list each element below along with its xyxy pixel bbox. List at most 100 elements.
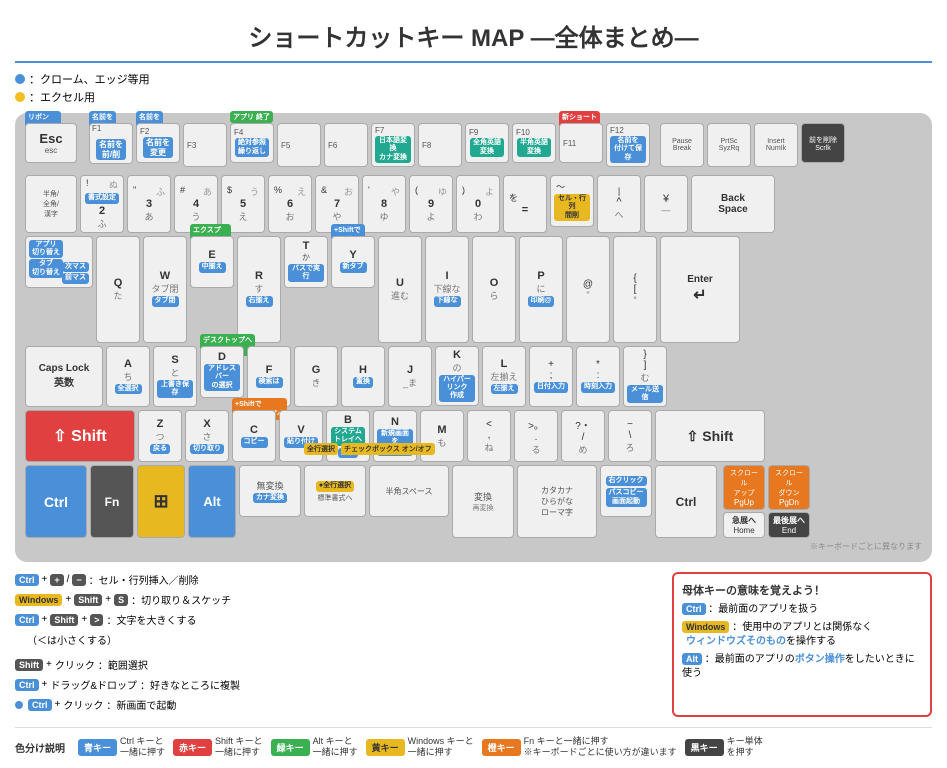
key-x[interactable]: X さ 切り取り — [185, 410, 229, 462]
key-shift-left[interactable]: ⇧ Shift — [25, 410, 135, 462]
key-home[interactable]: 急展へ Home — [723, 512, 765, 538]
key-f7[interactable]: F7 日本語変換カナ変換 — [371, 123, 415, 167]
key-f2[interactable]: F2 名前を変更 — [136, 123, 180, 163]
key-f1[interactable]: F1 名前を前/削 — [89, 123, 133, 164]
key-f6[interactable]: F6 — [324, 123, 368, 167]
key-tab[interactable]: アプリ切り替え タブ切り替え 次マス 前マス — [25, 236, 93, 288]
key-f5[interactable]: F5 — [277, 123, 321, 167]
key-yen[interactable]: ¥ — — [644, 175, 688, 232]
key-f8[interactable]: F8 — [418, 123, 462, 167]
key-insert[interactable]: InsertNumIk — [754, 123, 798, 167]
key-semicolon[interactable]: + ; 日付入力 — [529, 346, 573, 408]
key-e[interactable]: E 中揃え — [190, 236, 234, 288]
key-9[interactable]: )よ 0 わ — [456, 175, 500, 232]
key-g[interactable]: G き — [294, 346, 338, 408]
key-space-center[interactable]: 半角スペース — [369, 465, 449, 517]
f11-wrap: 新ショート追加 F11 — [559, 123, 603, 167]
key-colon[interactable]: * : 時刻入力 — [576, 346, 620, 408]
key-katakana[interactable]: カタカナひらがなローマ字 — [517, 465, 597, 538]
cl-blue: 青キー Ctrl キーと一緒に押す — [78, 736, 165, 758]
shortcut-3: Ctrl + Shift + > ：文字を大きくする — [15, 612, 657, 627]
key-a[interactable]: A ち 全選択 — [106, 346, 150, 408]
key-p[interactable]: P に 印刷@ — [519, 236, 563, 343]
key-alt-left[interactable]: Alt — [188, 465, 236, 538]
shortcut-sub: （＜は小さくする） — [15, 632, 657, 647]
key-f10[interactable]: F10 半角英語変換 — [512, 123, 556, 163]
key-t[interactable]: T か バスで実行 — [284, 236, 328, 288]
nav-row-top: スクロールアップ PgUp — [723, 465, 765, 510]
key-1[interactable]: !ぬ 書式設定 2 ふ — [80, 175, 124, 232]
key-pgdn[interactable]: スクロールダウン PgDn — [768, 465, 810, 510]
key-s[interactable]: S と 上書き保存 — [153, 346, 197, 408]
keyboard-row-qwerty: アプリ切り替え タブ切り替え 次マス 前マス Q た W タブ閉 タブ閉 — [25, 236, 922, 343]
key-caret[interactable]: | ^ へ — [597, 175, 641, 232]
key-hankaku[interactable]: 半角/全角/漢字 — [25, 175, 77, 232]
key-l[interactable]: L 左揃え 左揃え — [482, 346, 526, 408]
key-f9[interactable]: F9 全角英語変換 — [465, 123, 509, 163]
cl-red: 赤キー Shift キーと一緒に押す — [173, 736, 263, 758]
key-f4[interactable]: F4 絶対参照繰り返し — [230, 123, 274, 163]
key-r[interactable]: R す 右揃え — [237, 236, 281, 343]
key-pgup[interactable]: スクロールアップ PgUp — [723, 465, 765, 510]
key-q[interactable]: Q た — [96, 236, 140, 343]
key-8[interactable]: (ゆ 9 よ — [409, 175, 453, 232]
key-enter[interactable]: Enter ↵ — [660, 236, 740, 343]
key-f12[interactable]: F12 名前を付けて保存 — [606, 123, 650, 167]
key-fn[interactable]: Fn — [90, 465, 134, 538]
key-0[interactable]: を = — [503, 175, 547, 232]
shortcut-6: Ctrl + クリック ：新画面で起動 — [15, 697, 657, 712]
key-shift-right[interactable]: ⇧ Shift — [655, 410, 765, 462]
key-end[interactable]: 最後展へ End — [768, 512, 810, 538]
key-at[interactable]: @ " — [566, 236, 610, 343]
keyboard-row-bottom: Ctrl Fn ⊞ Alt 無変換 カナ変換 — [25, 465, 922, 538]
key-f11[interactable]: F11 — [559, 123, 603, 163]
key-bracket-r[interactable]: } ] む メール送信 — [623, 346, 667, 408]
fn-gap1 — [80, 123, 86, 167]
shortcuts-list: Ctrl + + / − ：セル・行列挿入／削除 Windows + Shift… — [15, 572, 657, 717]
key-windows[interactable]: ⊞ — [137, 465, 185, 538]
info-alt: Alt ：最前面のアプリのボタン操作をしたいときに使う — [682, 653, 922, 681]
key-space-left[interactable]: ●全行選択 標準書式へ — [304, 465, 366, 517]
key-capslock[interactable]: Caps Lock英数 — [25, 346, 103, 408]
shortcut-2: Windows + Shift + S ：切り取り＆スケッチ — [15, 592, 657, 607]
key-prtsc[interactable]: PrtScSyzRq — [707, 123, 751, 167]
t-wrap: T か バスで実行 — [284, 236, 328, 343]
key-delete[interactable]: 前を削除Scrlk — [801, 123, 845, 163]
key-esc[interactable]: Esc esc — [25, 123, 77, 163]
key-h[interactable]: H 置換 — [341, 346, 385, 408]
key-z[interactable]: Z つ 戻る — [138, 410, 182, 462]
key-k[interactable]: K の ハイパーリンク作成 — [435, 346, 479, 406]
key-rightclick[interactable]: 右クリック パスコピー画面起動 — [600, 465, 652, 517]
key-muhenkan[interactable]: 無変換 カナ変換 — [239, 465, 301, 517]
key-backslash[interactable]: − \ ろ — [608, 410, 652, 462]
key-d[interactable]: D アドレスバーの選択 — [200, 346, 244, 398]
key-i[interactable]: I 下線な 下線な — [425, 236, 469, 343]
space-wrap: 全行選択 チェックボックス オン/オフ ●全行選択 標準書式へ 半角スペース — [304, 465, 449, 538]
key-ctrl-left[interactable]: Ctrl — [25, 465, 87, 538]
key-y[interactable]: Y 新タブ — [331, 236, 375, 288]
key-equals[interactable]: 〜 セル・行列間削 — [550, 175, 594, 227]
shortcut-1: Ctrl + + / − ：セル・行列挿入／削除 — [15, 572, 657, 587]
key-henkan[interactable]: 変換 再変換 — [452, 465, 514, 538]
e-wrap: エクスプローラ起動 E 中揃え — [190, 236, 234, 343]
key-7[interactable]: 'や 8 ゆ — [362, 175, 406, 232]
key-c[interactable]: C コピー — [232, 410, 276, 462]
key-backspace[interactable]: BackSpace — [691, 175, 775, 232]
f10-wrap: F10 半角英語変換 — [512, 123, 556, 167]
key-pause[interactable]: PauseBreak — [660, 123, 704, 167]
key-u[interactable]: U 進む — [378, 236, 422, 343]
key-f3[interactable]: F3 — [183, 123, 227, 167]
bottom-section: Ctrl + + / − ：セル・行列挿入／削除 Windows + Shift… — [15, 572, 932, 717]
f12-wrap: F12 名前を付けて保存 — [606, 123, 650, 167]
f7-wrap: F7 日本語変換カナ変換 — [371, 123, 415, 167]
key-5[interactable]: %え 6 お — [268, 175, 312, 232]
key-o[interactable]: O ら — [472, 236, 516, 343]
key-j[interactable]: J _ま — [388, 346, 432, 408]
key-ctrl-right[interactable]: Ctrl — [655, 465, 717, 538]
key-bracket-l[interactable]: { [ ° — [613, 236, 657, 343]
shortcut-4: Shift + クリック ：範囲選択 — [15, 657, 657, 672]
color-legend-label: 色分け説明 — [15, 740, 65, 755]
key-2[interactable]: "ふ 3 あ — [127, 175, 171, 232]
keyboard-row-numbers: 半角/全角/漢字 !ぬ 書式設定 2 ふ "ふ 3 あ #あ 4 — [25, 175, 922, 232]
key-w[interactable]: W タブ閉 タブ閉 — [143, 236, 187, 343]
